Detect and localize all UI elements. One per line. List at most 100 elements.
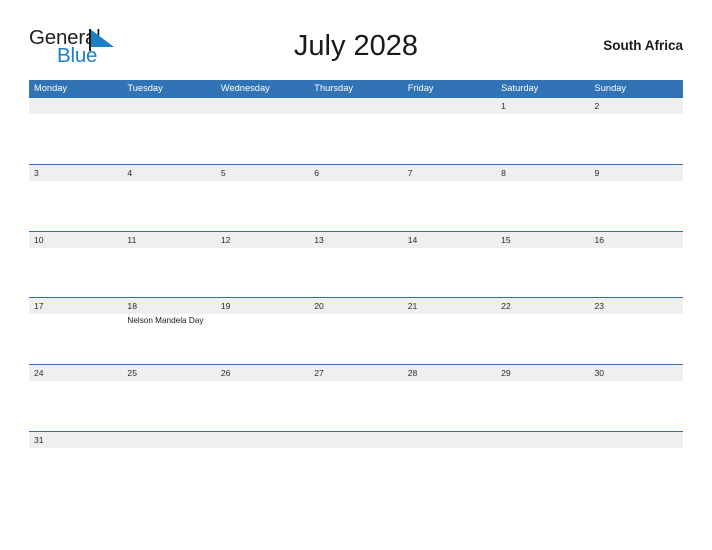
day-number[interactable] [309, 432, 402, 448]
day-event [122, 114, 215, 163]
day-number[interactable] [122, 432, 215, 448]
day-number[interactable] [590, 432, 683, 448]
day-number[interactable]: 20 [309, 298, 402, 314]
day-number[interactable]: 4 [122, 165, 215, 181]
day-event [29, 181, 122, 230]
day-event [216, 181, 309, 230]
day-number[interactable]: 24 [29, 365, 122, 381]
day-number[interactable] [403, 432, 496, 448]
day-event [590, 448, 683, 497]
day-number[interactable]: 17 [29, 298, 122, 314]
day-number[interactable]: 26 [216, 365, 309, 381]
page-header: General Blue July 2028 South Africa [29, 24, 683, 72]
day-event [122, 448, 215, 497]
day-event [403, 314, 496, 363]
day-number[interactable]: 11 [122, 232, 215, 248]
day-number[interactable] [309, 98, 402, 114]
day-event [216, 314, 309, 363]
day-number[interactable]: 19 [216, 298, 309, 314]
day-number[interactable]: 13 [309, 232, 402, 248]
weekday-friday: Friday [407, 83, 434, 93]
day-number[interactable]: 2 [590, 98, 683, 114]
day-number[interactable]: 8 [496, 165, 589, 181]
day-event [403, 114, 496, 163]
day-number[interactable]: 10 [29, 232, 122, 248]
day-event [216, 248, 309, 297]
week-event-band [29, 247, 683, 297]
page-title: July 2028 [293, 30, 419, 62]
day-event [29, 314, 122, 363]
day-number[interactable]: 5 [216, 165, 309, 181]
day-event [216, 381, 309, 430]
day-number[interactable]: 14 [403, 232, 496, 248]
day-number[interactable]: 12 [216, 232, 309, 248]
week-event-band [29, 447, 683, 497]
day-event [496, 448, 589, 497]
day-event [216, 114, 309, 163]
day-number[interactable]: 30 [590, 365, 683, 381]
day-number[interactable]: 28 [403, 365, 496, 381]
week-row: 24 25 26 27 28 29 30 [29, 364, 683, 431]
day-number[interactable]: 9 [590, 165, 683, 181]
day-event [403, 381, 496, 430]
week-date-band: 24 25 26 27 28 29 30 [29, 365, 683, 382]
calendar-page: General Blue July 2028 South Africa Mond… [0, 0, 712, 550]
day-event [496, 381, 589, 430]
day-number[interactable]: 23 [590, 298, 683, 314]
day-event [590, 181, 683, 230]
week-row: 10 11 12 13 14 15 16 [29, 230, 683, 298]
day-number[interactable] [216, 98, 309, 114]
day-number[interactable] [29, 98, 122, 114]
day-event [122, 181, 215, 230]
day-event [309, 114, 402, 163]
week-event-band [29, 180, 683, 230]
day-number[interactable]: 29 [496, 365, 589, 381]
calendar-grid: Monday Tuesday Wednesday Thursday Friday… [29, 80, 683, 498]
week-date-band: 31 [29, 431, 683, 448]
day-event [309, 314, 402, 363]
day-number[interactable]: 21 [403, 298, 496, 314]
weekday-header-row: Monday Tuesday Wednesday Thursday Friday… [29, 80, 683, 97]
day-event [496, 248, 589, 297]
day-event [403, 448, 496, 497]
day-number[interactable]: 6 [309, 165, 402, 181]
weekday-saturday: Saturday [501, 83, 539, 93]
week-date-band: 3 4 5 6 7 8 9 [29, 164, 683, 181]
day-event [29, 248, 122, 297]
day-event [496, 114, 589, 163]
day-event [29, 381, 122, 430]
day-number[interactable]: 22 [496, 298, 589, 314]
week-date-band: 1 2 [29, 98, 683, 114]
day-event [216, 448, 309, 497]
week-row: 1 2 [29, 97, 683, 164]
day-number[interactable]: 16 [590, 232, 683, 248]
day-number[interactable]: 31 [29, 432, 122, 448]
day-event [496, 314, 589, 363]
day-event [309, 381, 402, 430]
day-event [590, 314, 683, 363]
weekday-wednesday: Wednesday [220, 83, 270, 93]
day-number[interactable]: 15 [496, 232, 589, 248]
day-event [496, 181, 589, 230]
day-event [29, 114, 122, 163]
day-number[interactable] [216, 432, 309, 448]
week-date-band: 10 11 12 13 14 15 16 [29, 231, 683, 248]
week-event-band: Nelson Mandela Day [29, 314, 683, 364]
day-number[interactable]: 25 [122, 365, 215, 381]
weekday-monday: Monday [34, 83, 68, 93]
day-number[interactable]: 1 [496, 98, 589, 114]
day-number[interactable]: 7 [403, 165, 496, 181]
day-number[interactable]: 3 [29, 165, 122, 181]
day-number[interactable] [403, 98, 496, 114]
day-event [122, 248, 215, 297]
day-event [309, 181, 402, 230]
day-event [29, 448, 122, 497]
day-event [122, 381, 215, 430]
day-number[interactable] [496, 432, 589, 448]
week-event-band [29, 381, 683, 431]
day-number[interactable]: 18 [122, 298, 215, 314]
day-event [309, 448, 402, 497]
weekday-thursday: Thursday [314, 83, 354, 93]
day-number[interactable] [122, 98, 215, 114]
day-number[interactable]: 27 [309, 365, 402, 381]
